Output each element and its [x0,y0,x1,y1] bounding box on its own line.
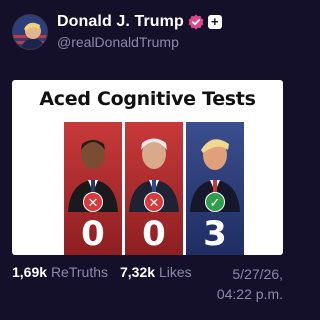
image-title: Aced Cognitive Tests [39,88,256,110]
verified-badge-icon [188,14,204,30]
post-header: Donald J. Trump + @realDonaldTrump [12,12,222,54]
likes-label: Likes [158,264,192,280]
post-date: 5/27/26, [232,266,283,282]
likes-count[interactable]: 7,32k Likes [120,264,192,280]
retruths-label: ReTruths [50,264,108,280]
display-name[interactable]: Donald J. Trump [57,13,184,31]
plus-badge-icon: + [207,15,222,29]
portrait-panel-middle: ✕ 0 [125,122,183,255]
post-timestamp: 5/27/26, 04:22 p.m. [217,264,283,304]
image-panels: ✕ 0 ✕ 0 ✓ 3 [64,122,244,255]
portrait-panel-left: ✕ 0 [64,122,122,255]
fail-icon: ✕ [83,192,103,212]
likes-value: 7,32k [120,264,156,280]
portrait-panel-right: ✓ 3 [186,122,244,255]
avatar[interactable] [12,14,48,50]
retruths-count[interactable]: 1,69k ReTruths [12,264,108,280]
fail-icon: ✕ [144,192,164,212]
post-time: 04:22 p.m. [216,286,283,302]
retruths-value: 1,69k [12,264,48,280]
score-middle: 0 [142,214,166,254]
post: Donald J. Trump + @realDonaldTrump Aced … [0,0,295,320]
post-footer: 1,69k ReTruths 7,32k Likes 5/27/26, 04:2… [12,264,283,314]
score-left: 0 [81,214,105,254]
post-image[interactable]: Aced Cognitive Tests ✕ 0 ✕ 0 ✓ 3 [12,80,283,255]
score-right: 3 [203,214,227,254]
user-handle[interactable]: @realDonaldTrump [57,34,222,50]
pass-icon: ✓ [205,192,225,212]
